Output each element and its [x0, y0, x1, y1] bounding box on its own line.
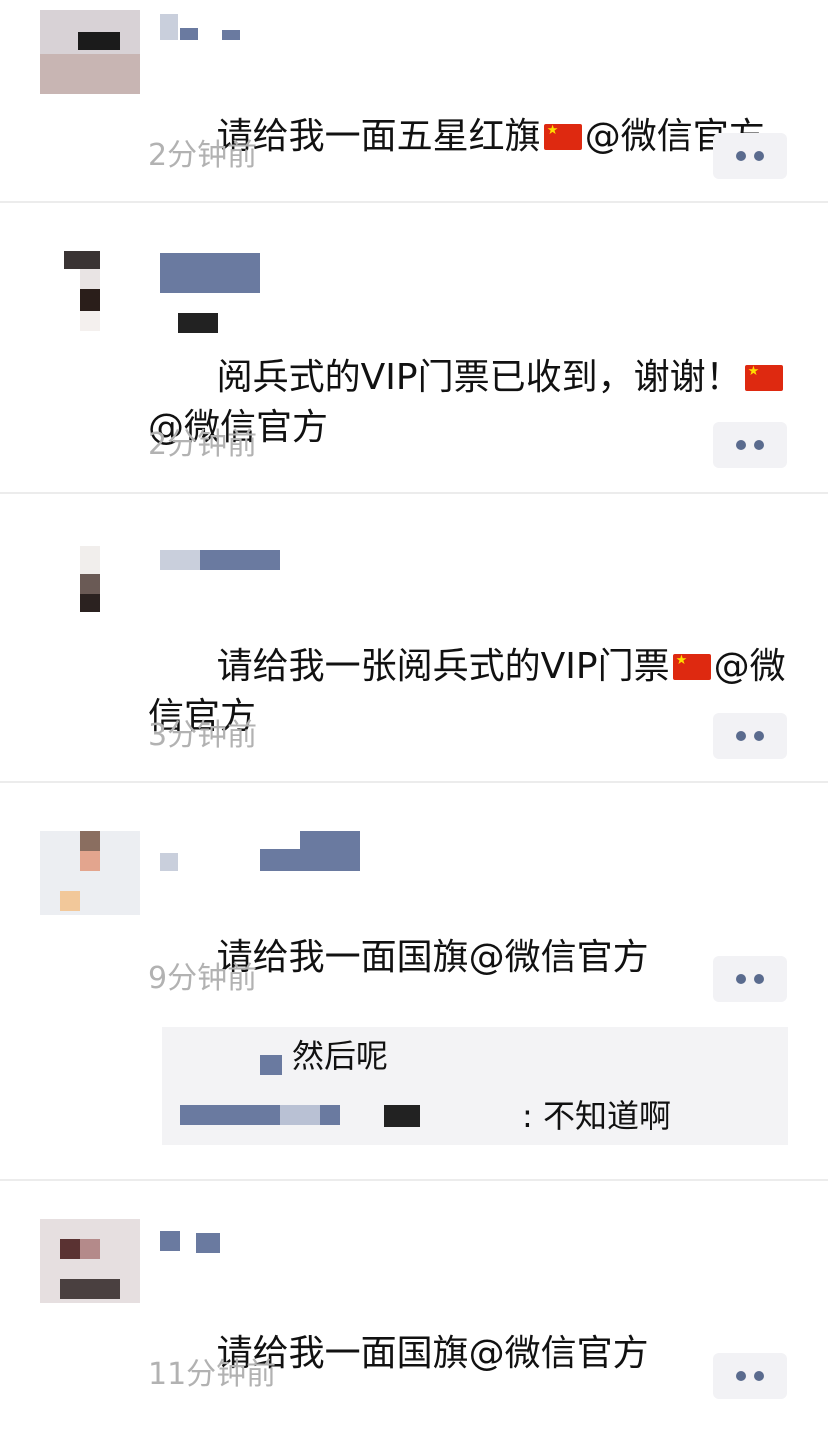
- avatar[interactable]: [40, 831, 140, 915]
- more-options-icon: [754, 731, 764, 741]
- more-options-icon: [754, 974, 764, 984]
- more-options-icon: [754, 440, 764, 450]
- more-options-icon: [754, 1371, 764, 1381]
- comment-item: 请给我一面五星红旗@微信官方 2分钟前: [0, 0, 828, 202]
- avatar-mosaic: [80, 1239, 100, 1259]
- reply-item[interactable]: 然后呢: [162, 1031, 788, 1081]
- nickname-mosaic-block: [160, 853, 178, 871]
- reply-text: 然后呢: [292, 1037, 389, 1075]
- comment-text-before-flag: 请给我一面五星红旗: [216, 116, 541, 157]
- comment-text: 请给我一张阅兵式的VIP门票@微信官方: [148, 592, 788, 792]
- avatar-mosaic: [80, 269, 100, 289]
- nickname-mosaic[interactable]: [160, 550, 280, 576]
- more-options-button[interactable]: [713, 1353, 787, 1399]
- reply-thread: 然后呢 : 不知道啊: [162, 1027, 788, 1145]
- more-options-button[interactable]: [713, 422, 787, 468]
- avatar-mosaic: [80, 851, 100, 871]
- avatar[interactable]: [40, 251, 140, 335]
- more-options-icon: [736, 1371, 746, 1381]
- comment-text-before-flag: 请给我一面国旗@微信官方: [216, 937, 649, 978]
- comment-timestamp: 11分钟前: [148, 1357, 277, 1392]
- reply-text: : 不知道啊: [522, 1097, 671, 1135]
- nickname-mosaic-block: [222, 30, 240, 40]
- nickname-mosaic-block: [260, 849, 360, 871]
- comment-item: 请给我一面国旗@微信官方 11分钟前: [0, 1181, 828, 1415]
- avatar-mosaic: [80, 594, 100, 612]
- more-options-button[interactable]: [713, 133, 787, 179]
- nickname-mosaic-block: [200, 550, 240, 570]
- avatar[interactable]: [40, 1219, 140, 1303]
- nickname-mosaic[interactable]: [160, 14, 250, 40]
- more-options-icon: [754, 151, 764, 161]
- nickname-mosaic-block: [240, 550, 280, 570]
- nickname-mosaic-block: [160, 14, 178, 40]
- comment-feed: 请给我一面五星红旗@微信官方 2分钟前 阅兵式的VIP门票已收到，谢谢！@微信官…: [0, 0, 828, 1415]
- nickname-mosaic-block: [160, 1231, 180, 1251]
- nickname-mosaic-block: [180, 28, 198, 40]
- more-options-icon: [736, 731, 746, 741]
- comment-text: 请给我一面国旗@微信官方: [148, 883, 788, 1033]
- avatar-mosaic: [80, 289, 100, 311]
- avatar-mosaic: [60, 891, 80, 911]
- comment-timestamp: 3分钟前: [148, 718, 258, 753]
- reply-author-mosaic: [260, 1055, 282, 1075]
- comment-timestamp: 2分钟前: [148, 427, 258, 462]
- more-options-icon: [736, 974, 746, 984]
- avatar-mosaic: [40, 54, 140, 94]
- comment-text-before-flag: 阅兵式的VIP门票已收到，谢谢！: [216, 357, 742, 398]
- nickname-mosaic-block: [160, 253, 260, 293]
- reply-item[interactable]: : 不知道啊: [162, 1091, 788, 1141]
- avatar[interactable]: [40, 10, 140, 94]
- avatar-mosaic: [60, 1279, 120, 1299]
- comment-timestamp: 2分钟前: [148, 138, 258, 173]
- reply-author-mosaic: [280, 1105, 320, 1125]
- more-options-button[interactable]: [713, 956, 787, 1002]
- china-flag-icon: [672, 652, 711, 680]
- comment-timestamp: 9分钟前: [148, 961, 258, 996]
- comment-text-before-flag: 请给我一面国旗@微信官方: [216, 1333, 649, 1374]
- nickname-mosaic-block: [196, 1233, 220, 1253]
- reply-author-mosaic: [384, 1105, 420, 1127]
- avatar-mosaic: [80, 831, 100, 851]
- comment-item: 请给我一面国旗@微信官方 9分钟前 然后呢 : 不知道啊: [0, 783, 828, 1179]
- more-options-button[interactable]: [713, 713, 787, 759]
- avatar-mosaic: [80, 311, 100, 331]
- nickname-mosaic[interactable]: [160, 253, 260, 293]
- comment-item: 请给我一张阅兵式的VIP门票@微信官方 3分钟前: [0, 494, 828, 782]
- china-flag-icon: [543, 122, 582, 150]
- avatar-mosaic: [80, 574, 100, 594]
- avatar-mosaic: [64, 251, 100, 269]
- comment-text: 阅兵式的VIP门票已收到，谢谢！@微信官方: [148, 303, 788, 503]
- comment-text: 请给我一面国旗@微信官方: [148, 1279, 788, 1429]
- comment-item: 阅兵式的VIP门票已收到，谢谢！@微信官方 2分钟前: [0, 203, 828, 493]
- nickname-mosaic-block: [300, 831, 360, 851]
- china-flag-icon: [744, 363, 783, 391]
- nickname-mosaic-block: [160, 550, 200, 570]
- avatar-mosaic: [60, 1239, 80, 1259]
- avatar[interactable]: [40, 546, 140, 630]
- avatar-mosaic: [78, 32, 120, 50]
- nickname-mosaic[interactable]: [160, 1231, 240, 1257]
- comment-text-before-flag: 请给我一张阅兵式的VIP门票: [216, 646, 670, 687]
- more-options-icon: [736, 151, 746, 161]
- more-options-icon: [736, 440, 746, 450]
- avatar-mosaic: [80, 546, 100, 574]
- nickname-mosaic[interactable]: [160, 831, 360, 871]
- text-redaction-mosaic: [178, 313, 218, 333]
